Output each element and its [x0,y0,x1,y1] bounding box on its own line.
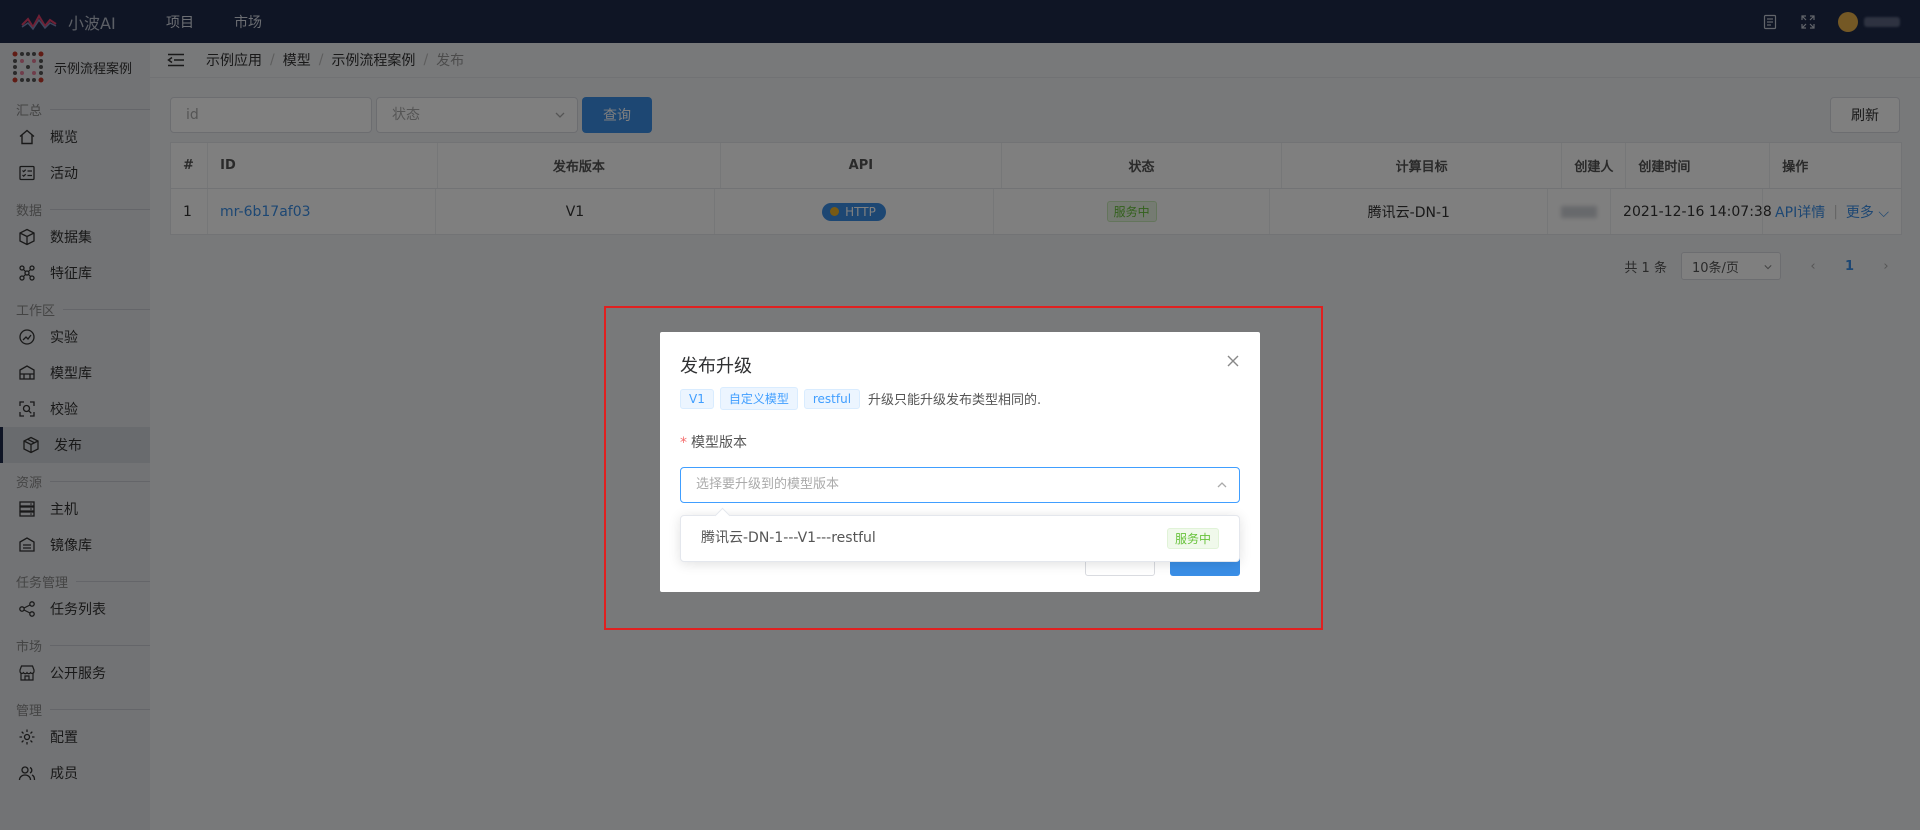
model-version-label: * 模型版本 [680,432,747,452]
version-dropdown: 腾讯云-DN-1---V1---restful 服务中 [680,515,1240,562]
option-status-badge: 服务中 [1166,528,1219,549]
field-label-text: 模型版本 [691,435,747,451]
dialog-title: 发布升级 [680,356,752,377]
tag-protocol: restful [803,388,861,409]
model-version-select[interactable]: 选择要升级到的模型版本 [680,467,1240,503]
close-icon[interactable] [1226,354,1240,368]
chevron-up-icon [1217,482,1227,488]
tag-model-type: 自定义模型 [719,387,798,410]
dialog-note: 升级只能升级发布类型相同的. [868,393,1042,408]
dialog-tags: V1 自定义模型 restful 升级只能升级发布类型相同的. [680,387,1041,410]
required-mark: * [680,435,687,451]
select-placeholder: 选择要升级到的模型版本 [696,477,840,492]
version-option[interactable]: 腾讯云-DN-1---V1---restful [701,516,876,561]
tag-version: V1 [680,388,714,409]
